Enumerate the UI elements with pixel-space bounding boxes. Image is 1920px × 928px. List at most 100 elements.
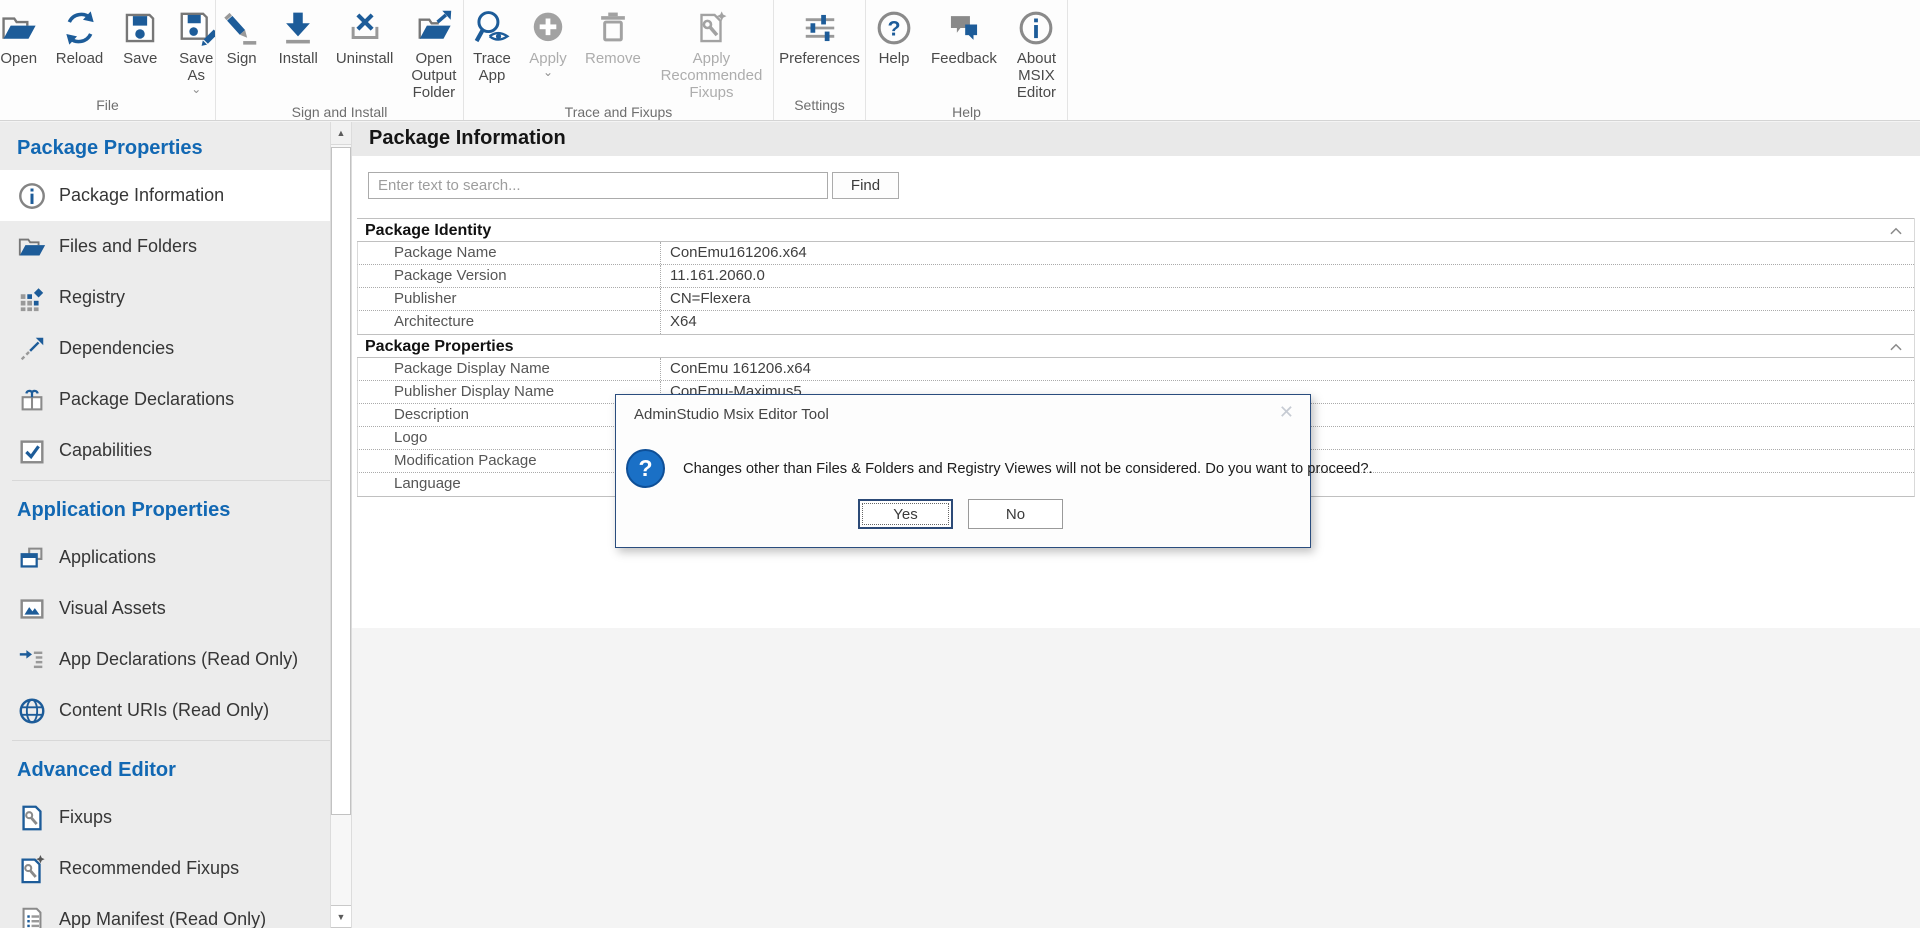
- sidebar-item-label: Package Information: [59, 185, 224, 206]
- ribbon-button-label: Feedback: [931, 50, 997, 67]
- dependencies-icon: [17, 334, 47, 364]
- sidebar-item-visual-assets[interactable]: Visual Assets: [0, 583, 330, 634]
- app-declarations-icon: [17, 645, 47, 675]
- trace-app-button[interactable]: Trace App: [464, 9, 520, 84]
- property-value[interactable]: ConEmu161206.x64: [661, 242, 1914, 264]
- scroll-up-arrow-icon[interactable]: ▲: [331, 122, 351, 145]
- globe-icon: [17, 696, 47, 726]
- ribbon-button-label: Save As: [177, 50, 215, 84]
- trace-app-icon: [473, 9, 511, 47]
- property-value[interactable]: X64: [661, 311, 1914, 334]
- uninstall-button[interactable]: Uninstall: [327, 9, 403, 67]
- page-title-strip: Package Information: [352, 122, 1920, 156]
- apply-recommended-fixups-button: Apply Recommended Fixups: [650, 9, 773, 101]
- chevron-up-icon[interactable]: [1887, 222, 1905, 240]
- sidebar-item-recommended-fixups[interactable]: Recommended Fixups: [0, 843, 330, 894]
- sidebar-item-app-declarations-read-only[interactable]: App Declarations (Read Only): [0, 634, 330, 685]
- sidebar-item-content-uris-read-only[interactable]: Content URIs (Read Only): [0, 685, 330, 736]
- question-icon: ?: [626, 449, 665, 488]
- reload-button[interactable]: Reload: [47, 9, 113, 67]
- search-input[interactable]: [368, 172, 828, 199]
- sidebar-item-label: Dependencies: [59, 338, 174, 359]
- open-output-folder-button[interactable]: Open Output Folder: [402, 9, 465, 101]
- remove-button: Remove: [576, 9, 650, 67]
- ribbon-group-sign-and-install: Sign Install UninstallOpen Output FolderSi…: [216, 0, 464, 120]
- chevron-up-icon[interactable]: [1887, 338, 1905, 356]
- ribbon-button-label: Apply Recommended Fixups: [659, 50, 764, 101]
- ribbon-button-label: Install: [279, 50, 318, 67]
- preferences-button[interactable]: Preferences: [770, 9, 869, 67]
- scroll-down-arrow-icon[interactable]: ▼: [331, 905, 351, 928]
- sidebar-scrollbar[interactable]: ▲ ▼: [330, 122, 352, 928]
- sidebar-heading-package-properties: Package Properties: [0, 122, 330, 170]
- property-label: Package Display Name: [358, 358, 661, 380]
- sidebar-item-label: Content URIs (Read Only): [59, 700, 269, 721]
- feedback-button[interactable]: Feedback: [922, 9, 1006, 67]
- find-button[interactable]: Find: [832, 172, 899, 199]
- property-value[interactable]: 11.161.2060.0: [661, 265, 1914, 287]
- about-msix-editor-button[interactable]: About MSIX Editor: [1006, 9, 1067, 101]
- scrollbar-thumb[interactable]: [331, 147, 351, 815]
- sidebar-item-applications[interactable]: Applications: [0, 532, 330, 583]
- property-label: Package Version: [358, 265, 661, 287]
- dialog-title: AdminStudio Msix Editor Tool: [634, 406, 829, 423]
- sidebar-item-label: Applications: [59, 547, 156, 568]
- sidebar-heading-application-properties: Application Properties: [0, 484, 330, 532]
- package-declarations-icon: [17, 385, 47, 415]
- sidebar-item-registry[interactable]: Registry: [0, 272, 330, 323]
- sidebar-item-files-and-folders[interactable]: Files and Folders: [0, 221, 330, 272]
- help-icon: ?: [875, 9, 913, 47]
- chevron-down-icon: ⌄: [191, 85, 201, 94]
- sidebar-item-label: App Manifest (Read Only): [59, 909, 266, 928]
- table-row-architecture: ArchitectureX64: [357, 311, 1914, 334]
- sidebar-item-label: App Declarations (Read Only): [59, 649, 298, 670]
- install-button[interactable]: Install: [270, 9, 327, 67]
- sidebar-item-label: Visual Assets: [59, 598, 166, 619]
- ribbon-group-file: OpenReloadSaveSave As⌄File: [0, 0, 216, 120]
- recommended-fixups-icon: [17, 854, 47, 884]
- sidebar-item-label: Capabilities: [59, 440, 152, 461]
- ribbon-group-help: ? Help Feedback About MSIX Editor Help: [866, 0, 1068, 120]
- dialog-message: Changes other than Files & Folders and R…: [683, 461, 1373, 477]
- property-label: Architecture: [358, 311, 661, 334]
- yes-button[interactable]: Yes: [858, 499, 953, 529]
- ribbon-button-label: Help: [879, 50, 910, 67]
- sidebar-item-package-declarations[interactable]: Package Declarations: [0, 374, 330, 425]
- preferences-icon: [801, 9, 839, 47]
- sidebar-item-label: Files and Folders: [59, 236, 197, 257]
- property-value[interactable]: ConEmu 161206.x64: [661, 358, 1914, 380]
- install-icon: [279, 9, 317, 47]
- remove-icon: [594, 9, 632, 47]
- save-button[interactable]: Save: [112, 9, 168, 67]
- sidebar-heading-advanced-editor: Advanced Editor: [0, 744, 330, 792]
- ribbon-group-trace-and-fixups: Trace App Apply⌄ Remove Apply Recommended F…: [464, 0, 774, 120]
- help-button[interactable]: ? Help: [866, 9, 922, 67]
- ribbon-button-label: Remove: [585, 50, 641, 67]
- sidebar-item-capabilities[interactable]: Capabilities: [0, 425, 330, 476]
- capabilities-icon: [17, 436, 47, 466]
- sidebar-item-package-information[interactable]: Package Information: [0, 170, 330, 221]
- sidebar-item-app-manifest-read-only[interactable]: App Manifest (Read Only): [0, 894, 330, 928]
- sign-button[interactable]: Sign: [214, 9, 270, 67]
- no-button[interactable]: No: [968, 499, 1063, 529]
- apply-button: Apply⌄: [520, 9, 576, 77]
- apply-icon: [529, 9, 567, 47]
- save-as-icon: [177, 9, 215, 47]
- sidebar-item-dependencies[interactable]: Dependencies: [0, 323, 330, 374]
- table-row-publisher: PublisherCN=Flexera: [357, 288, 1914, 311]
- svg-text:?: ?: [887, 17, 900, 41]
- open-button[interactable]: Open: [0, 9, 47, 67]
- page-title: Package Information: [352, 122, 1920, 150]
- open-icon: [0, 9, 38, 47]
- close-icon[interactable]: ✕: [1279, 402, 1294, 422]
- property-value[interactable]: CN=Flexera: [661, 288, 1914, 310]
- ribbon-group-label: Settings: [774, 94, 865, 120]
- sidebar-divider: [12, 480, 330, 481]
- ribbon-button-label: Trace App: [473, 50, 511, 84]
- ribbon-group-label: Sign and Install: [216, 101, 463, 123]
- chevron-down-icon: ⌄: [543, 68, 553, 77]
- sidebar-item-label: Fixups: [59, 807, 112, 828]
- ribbon-button-label: Preferences: [779, 50, 860, 67]
- table-section-package-identity: Package IdentityPackage NameConEmu161206…: [357, 218, 1914, 334]
- sidebar-item-fixups[interactable]: Fixups: [0, 792, 330, 843]
